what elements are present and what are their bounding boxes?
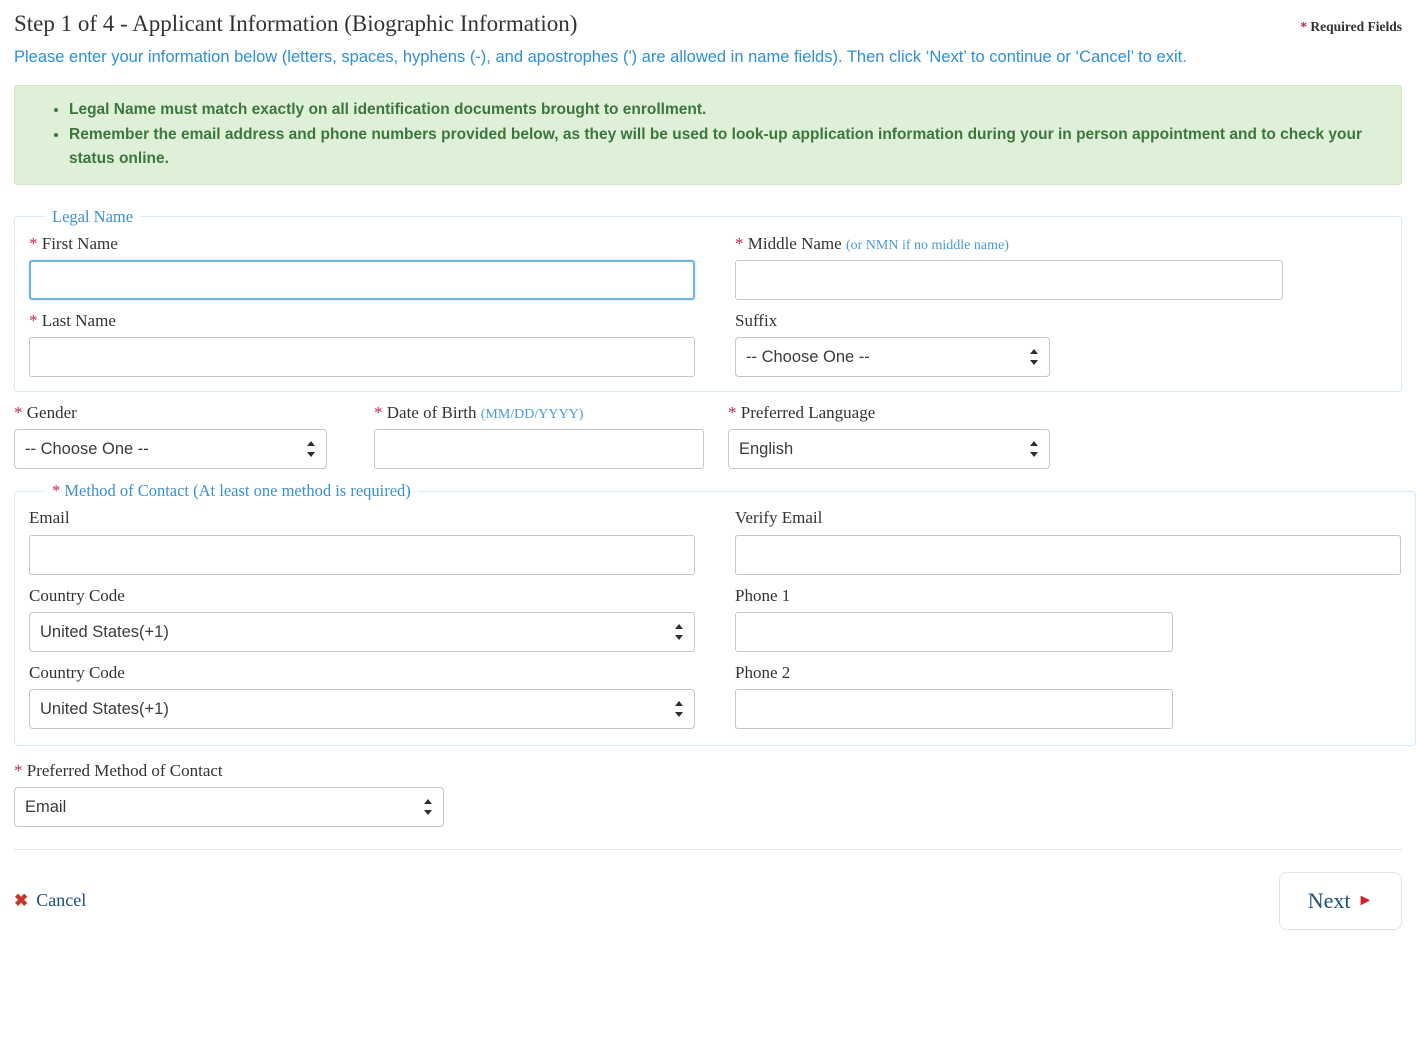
preferred-language-select[interactable]: English xyxy=(728,429,1050,470)
method-of-contact-fieldset: * Method of Contact (At least one method… xyxy=(14,481,1416,746)
phone-1-label: Phone 1 xyxy=(735,585,791,605)
preferred-language-label: * Preferred Language xyxy=(728,402,1402,429)
instructions-text: Please enter your information below (let… xyxy=(14,47,1187,66)
gender-select[interactable]: -- Choose One -- xyxy=(14,429,327,470)
verify-email-label: Verify Email xyxy=(735,508,823,528)
country-code-2-select[interactable]: United States(+1) xyxy=(29,688,695,729)
alert-list: Legal Name must match exactly on all ide… xyxy=(25,98,1391,170)
country-code-1-select-wrap: United States(+1) xyxy=(29,611,695,652)
first-name-input[interactable] xyxy=(29,260,695,301)
phone-2-input[interactable] xyxy=(735,688,1173,729)
email-label: Email xyxy=(29,508,70,528)
page-header: Step 1 of 4 - Applicant Information (Bio… xyxy=(14,0,1402,38)
gender-select-wrap: -- Choose One -- xyxy=(14,429,327,470)
preferred-method-of-contact-label: * Preferred Method of Contact xyxy=(14,760,1402,787)
phone-row-1: Country Code United States(+1) Phone 1 xyxy=(29,575,1401,652)
gender-label-text: Gender xyxy=(26,403,77,423)
country-code-1-select[interactable]: United States(+1) xyxy=(29,611,695,652)
cancel-button-label: Cancel xyxy=(36,890,87,911)
method-of-contact-legend-text: Method of Contact (At least one method i… xyxy=(64,481,411,501)
required-asterisk: * xyxy=(14,760,23,780)
country-code-2-select-wrap: United States(+1) xyxy=(29,688,695,729)
suffix-select-wrap: -- Choose One -- xyxy=(735,337,1050,378)
name-row-1: * First Name * Middle Name (or NMN if no… xyxy=(29,227,1387,301)
country-code-1-label: Country Code xyxy=(29,585,125,605)
date-of-birth-input[interactable] xyxy=(374,429,704,470)
middle-name-field: * Middle Name (or NMN if no middle name) xyxy=(735,227,1387,301)
preferred-method-of-contact-select-wrap: Email xyxy=(14,786,444,827)
name-row-2: * Last Name Suffix -- Choose One -- xyxy=(29,300,1387,378)
required-asterisk: * xyxy=(374,403,383,423)
preferred-method-of-contact-label-text: Preferred Method of Contact xyxy=(26,760,223,780)
method-of-contact-legend: * Method of Contact (At least one method… xyxy=(45,481,418,501)
suffix-field: Suffix -- Choose One -- xyxy=(735,300,1387,378)
date-of-birth-label-text: Date of Birth xyxy=(386,403,477,423)
phone-2-label: Phone 2 xyxy=(735,662,791,682)
last-name-field: * Last Name xyxy=(29,300,735,378)
preferred-method-of-contact-select[interactable]: Email xyxy=(14,786,444,827)
required-asterisk: * xyxy=(735,233,744,253)
required-asterisk: * xyxy=(52,481,61,501)
required-asterisk: * xyxy=(29,311,38,331)
last-name-label: * Last Name xyxy=(29,310,735,337)
date-of-birth-label: * Date of Birth (MM/DD/YYYY) xyxy=(374,402,728,429)
first-name-label-text: First Name xyxy=(41,233,118,253)
verify-email-field: Verify Email xyxy=(735,501,1401,575)
phone-1-field: Phone 1 xyxy=(735,575,1401,652)
applicant-information-page: Step 1 of 4 - Applicant Information (Bio… xyxy=(0,0,1416,930)
required-asterisk: * xyxy=(1300,19,1307,34)
form-footer: ✖ Cancel Next ► xyxy=(14,850,1402,930)
required-asterisk: * xyxy=(14,403,23,423)
required-asterisk: * xyxy=(29,233,38,253)
email-field: Email xyxy=(29,501,735,575)
required-fields-label: Required Fields xyxy=(1310,19,1402,34)
country-code-2-label: Country Code xyxy=(29,662,125,682)
phone-2-field: Phone 2 xyxy=(735,652,1401,729)
close-x-icon: ✖ xyxy=(14,891,29,911)
gender-field: * Gender -- Choose One -- xyxy=(14,392,374,470)
country-code-2-field: Country Code United States(+1) xyxy=(29,652,735,729)
last-name-input[interactable] xyxy=(29,337,695,378)
alert-item: Legal Name must match exactly on all ide… xyxy=(69,98,1391,121)
info-alert: Legal Name must match exactly on all ide… xyxy=(14,85,1402,185)
first-name-field: * First Name xyxy=(29,227,735,301)
email-input[interactable] xyxy=(29,534,695,575)
required-asterisk: * xyxy=(728,403,737,423)
date-of-birth-field: * Date of Birth (MM/DD/YYYY) xyxy=(374,392,728,470)
gender-label: * Gender xyxy=(14,402,374,429)
demographics-row: * Gender -- Choose One -- * Date of Birt… xyxy=(14,392,1402,470)
phone-row-2: Country Code United States(+1) Phone 2 xyxy=(29,652,1401,729)
middle-name-hint: (or NMN if no middle name) xyxy=(845,237,1009,253)
preferred-language-label-text: Preferred Language xyxy=(740,403,876,423)
middle-name-label: * Middle Name (or NMN if no middle name) xyxy=(735,233,1387,260)
suffix-select[interactable]: -- Choose One -- xyxy=(735,337,1050,378)
middle-name-label-text: Middle Name xyxy=(747,233,842,253)
caret-right-icon: ► xyxy=(1357,891,1374,909)
verify-email-input[interactable] xyxy=(735,534,1401,575)
legal-name-fieldset: Legal Name * First Name * Middle Name (o… xyxy=(14,206,1402,393)
preferred-language-field: * Preferred Language English xyxy=(728,392,1402,470)
last-name-label-text: Last Name xyxy=(41,311,116,331)
required-fields-note: * Required Fields xyxy=(1300,19,1402,35)
preferred-method-of-contact-field: * Preferred Method of Contact Email xyxy=(14,760,1402,827)
next-button[interactable]: Next ► xyxy=(1279,871,1402,930)
phone-1-input[interactable] xyxy=(735,611,1173,652)
first-name-label: * First Name xyxy=(29,233,735,260)
date-of-birth-hint: (MM/DD/YYYY) xyxy=(480,407,584,423)
page-title: Step 1 of 4 - Applicant Information (Bio… xyxy=(14,11,578,36)
email-row: Email Verify Email xyxy=(29,501,1401,575)
alert-item: Remember the email address and phone num… xyxy=(69,123,1391,170)
country-code-1-field: Country Code United States(+1) xyxy=(29,575,735,652)
preferred-language-select-wrap: English xyxy=(728,429,1050,470)
middle-name-input[interactable] xyxy=(735,260,1283,301)
suffix-label: Suffix xyxy=(735,311,778,331)
legal-name-legend: Legal Name xyxy=(52,206,134,226)
cancel-button[interactable]: ✖ Cancel xyxy=(14,890,86,911)
next-button-label: Next xyxy=(1307,887,1351,913)
